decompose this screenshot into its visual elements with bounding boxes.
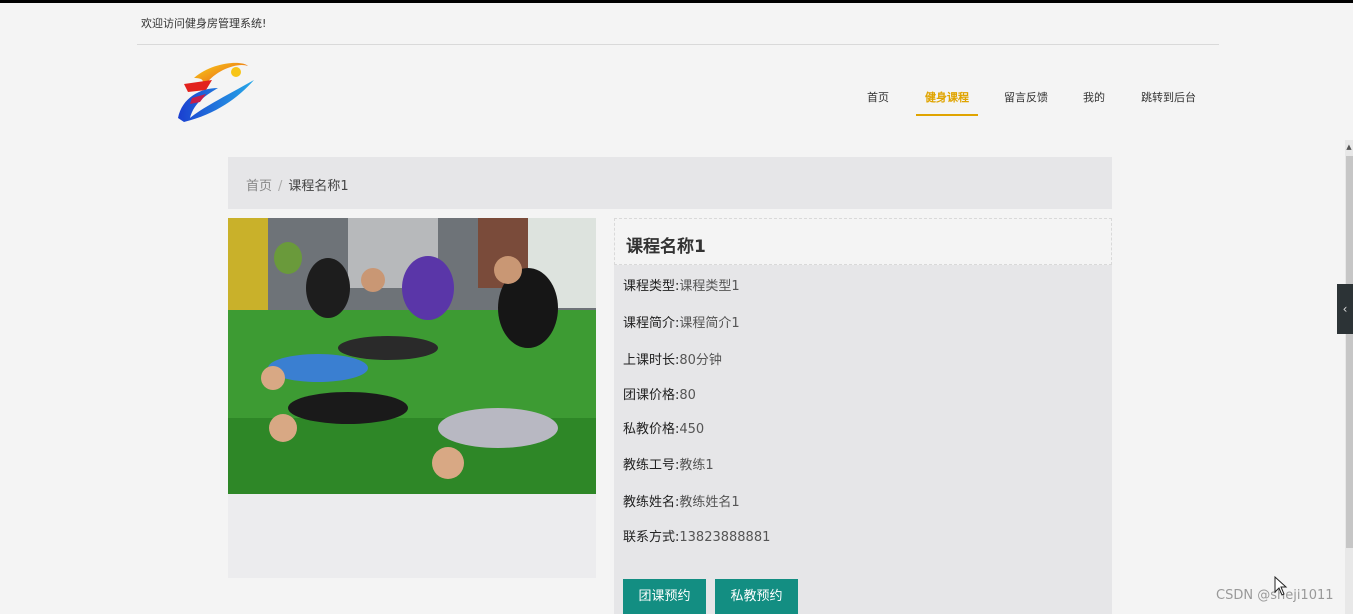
nav-home[interactable]: 首页 [867, 88, 889, 116]
side-panel-toggle-chevron-left-icon[interactable]: ‹ [1337, 284, 1353, 334]
field-value: 13823888881 [679, 530, 771, 545]
field-coach-name: 教练姓名:教练姓名1 [623, 491, 740, 510]
field-value: 教练1 [679, 458, 714, 473]
field-label: 私教价格: [623, 422, 680, 437]
field-duration: 上课时长:80分钟 [623, 349, 722, 368]
course-detail-panel: 课程名称1 课程类型:课程类型1 课程简介:课程简介1 上课时长:80分钟 团课… [614, 218, 1112, 614]
field-value: 80分钟 [679, 353, 722, 368]
field-coach-id: 教练工号:教练1 [623, 454, 714, 473]
field-label: 团课价格: [623, 388, 680, 403]
field-label: 课程类型: [623, 279, 680, 294]
course-image-panel [228, 218, 596, 578]
nav-mine[interactable]: 我的 [1083, 88, 1105, 116]
field-label: 上课时长: [623, 353, 680, 368]
field-value: 教练姓名1 [679, 495, 740, 510]
breadcrumb-separator: / [278, 179, 283, 194]
nav-feedback[interactable]: 留言反馈 [1004, 88, 1048, 116]
field-group-price: 团课价格:80 [623, 384, 696, 403]
field-label: 教练工号: [623, 458, 680, 473]
breadcrumb-current: 课程名称1 [288, 179, 349, 194]
top-border [0, 0, 1353, 3]
course-photo [228, 218, 596, 494]
field-label: 教练姓名: [623, 495, 680, 510]
private-booking-button[interactable]: 私教预约 [715, 579, 798, 614]
breadcrumb: 首页 / 课程名称1 [246, 175, 349, 194]
field-value: 80 [679, 388, 696, 403]
field-label: 课程简介: [623, 316, 680, 331]
scroll-up-arrow-icon[interactable]: ▲ [1345, 140, 1353, 154]
mouse-cursor-icon [1274, 576, 1288, 596]
nav-admin[interactable]: 跳转到后台 [1141, 88, 1196, 116]
field-course-type: 课程类型:课程类型1 [623, 275, 740, 294]
nav-fitness-courses[interactable]: 健身课程 [916, 88, 978, 116]
main-nav: 首页 健身课程 留言反馈 我的 跳转到后台 [0, 88, 1353, 118]
field-value: 课程简介1 [679, 316, 740, 331]
breadcrumb-home-link[interactable]: 首页 [246, 179, 272, 194]
group-booking-button[interactable]: 团课预约 [623, 579, 706, 614]
field-private-price: 私教价格:450 [623, 418, 704, 437]
course-title-box: 课程名称1 [614, 218, 1112, 265]
header-divider [137, 44, 1219, 45]
field-contact: 联系方式:13823888881 [623, 526, 770, 545]
welcome-text: 欢迎访问健身房管理系统! [141, 17, 267, 30]
field-value: 450 [679, 422, 705, 437]
course-title: 课程名称1 [626, 237, 706, 257]
scrollbar-thumb[interactable] [1346, 156, 1353, 548]
breadcrumb-bar: 首页 / 课程名称1 [228, 157, 1112, 209]
field-value: 课程类型1 [679, 279, 740, 294]
field-course-intro: 课程简介:课程简介1 [623, 312, 740, 331]
field-label: 联系方式: [623, 530, 680, 545]
